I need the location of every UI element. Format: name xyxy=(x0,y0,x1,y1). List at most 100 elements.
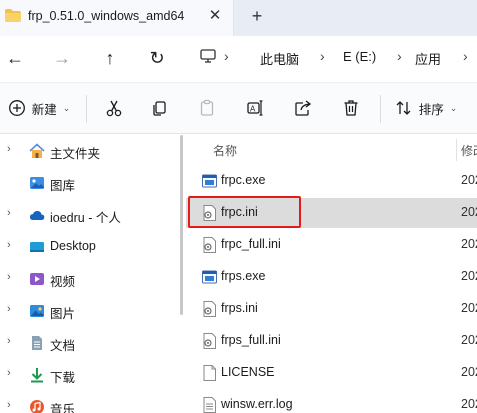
sidebar-item-pictures[interactable]: › 图片 xyxy=(0,295,178,327)
sidebar-item-gallery[interactable]: 图库 xyxy=(0,167,178,199)
file-row-frpc-exe[interactable]: frpc.exe 202 xyxy=(186,166,477,196)
chevron-down-icon: ⌄ xyxy=(62,102,71,113)
cloud-icon xyxy=(29,210,45,220)
breadcrumb-separator: › xyxy=(397,48,402,64)
sidebar-item-onedrive[interactable]: › ioedru - 个人 xyxy=(0,199,178,231)
music-icon xyxy=(30,400,44,413)
column-header-modified[interactable]: 修改 xyxy=(461,142,477,159)
sidebar-item-label: ioedru - 个人 xyxy=(50,211,121,225)
file-date: 202 xyxy=(461,301,477,315)
tab-frp-folder[interactable]: frp_0.51.0_windows_amd64 ✕ xyxy=(0,0,234,36)
exe-file-icon xyxy=(202,270,217,284)
column-divider[interactable] xyxy=(456,139,457,161)
chevron-right-icon[interactable]: › xyxy=(7,271,11,283)
file-row-frps-ini[interactable]: frps.ini 202 xyxy=(186,294,477,324)
pictures-icon xyxy=(30,305,44,317)
sidebar-scrollbar[interactable] xyxy=(180,135,184,413)
back-button[interactable]: ← xyxy=(1,44,29,72)
tab-title: frp_0.51.0_windows_amd64 xyxy=(28,9,185,23)
file-name: winsw.err.log xyxy=(221,397,293,411)
video-icon xyxy=(30,273,44,285)
address-bar[interactable]: › 此电脑 › E (E:) › 应用 › xyxy=(186,42,477,72)
file-row-frpc-ini[interactable]: frpc.ini 202 xyxy=(186,198,477,228)
sidebar-item-label: 图片 xyxy=(50,307,76,321)
sidebar-item-music[interactable]: › 音乐 xyxy=(0,391,178,413)
up-button[interactable]: ↑ xyxy=(96,44,124,72)
scrollbar-thumb[interactable] xyxy=(180,135,183,315)
cut-button[interactable] xyxy=(100,93,128,123)
ini-file-icon xyxy=(203,333,216,349)
file-name: frps.ini xyxy=(221,301,258,315)
new-button[interactable]: 新建 ⌄ xyxy=(6,93,72,123)
rename-icon: A xyxy=(247,100,263,116)
sidebar-item-documents[interactable]: › 文档 xyxy=(0,327,178,359)
sort-button[interactable]: 排序 ⌄ xyxy=(393,93,459,123)
log-file-icon xyxy=(203,397,216,413)
documents-icon xyxy=(32,336,42,350)
breadcrumb-separator: › xyxy=(224,48,229,64)
breadcrumb-separator: › xyxy=(320,48,325,64)
gallery-icon xyxy=(30,177,44,189)
ini-file-icon xyxy=(203,301,216,317)
column-header-name[interactable]: 名称 xyxy=(213,142,237,159)
ini-file-icon xyxy=(203,237,216,253)
sidebar-item-home[interactable]: › 主文件夹 xyxy=(0,135,178,167)
close-tab-button[interactable]: ✕ xyxy=(204,5,226,27)
refresh-button[interactable]: ↻ xyxy=(143,44,171,72)
sidebar-item-label: 视频 xyxy=(50,275,76,289)
new-label: 新建 xyxy=(31,102,57,117)
sidebar-item-label: 音乐 xyxy=(50,403,76,413)
sidebar-item-label: 图库 xyxy=(50,179,76,193)
breadcrumb-drive-e[interactable]: E (E:) xyxy=(343,49,376,64)
command-bar: 新建 ⌄ A 排序 ⌄ xyxy=(0,82,477,134)
forward-button[interactable]: → xyxy=(48,44,76,72)
chevron-right-icon[interactable]: › xyxy=(7,303,11,315)
folder-icon xyxy=(5,9,21,22)
breadcrumb-separator: › xyxy=(463,48,468,64)
sidebar-item-label: Desktop xyxy=(50,239,96,253)
rename-button[interactable]: A xyxy=(241,93,269,123)
file-date: 202 xyxy=(461,173,477,187)
file-row-frps-full-ini[interactable]: frps_full.ini 202 xyxy=(186,326,477,356)
copy-button[interactable] xyxy=(145,93,173,123)
file-row-winsw-err-log[interactable]: winsw.err.log 202 xyxy=(186,390,477,413)
breadcrumb-this-pc[interactable]: 此电脑 xyxy=(260,49,299,68)
exe-file-icon xyxy=(202,174,217,188)
file-name: frpc.ini xyxy=(221,205,258,219)
chevron-right-icon[interactable]: › xyxy=(7,207,11,219)
file-date: 202 xyxy=(461,365,477,379)
sidebar-item-label: 文档 xyxy=(50,339,76,353)
copy-icon xyxy=(153,101,166,116)
chevron-right-icon[interactable]: › xyxy=(7,239,11,251)
computer-icon xyxy=(200,49,216,63)
plus-circle-icon xyxy=(8,100,25,116)
file-date: 202 xyxy=(461,205,477,219)
sidebar-item-desktop[interactable]: › Desktop xyxy=(0,231,178,263)
column-header: 名称 修改 xyxy=(186,135,477,163)
delete-button[interactable] xyxy=(337,93,365,123)
svg-text:A: A xyxy=(250,105,256,114)
file-name: frpc_full.ini xyxy=(221,237,281,251)
chevron-right-icon[interactable]: › xyxy=(7,143,11,155)
paste-icon xyxy=(200,99,214,116)
breadcrumb-apps[interactable]: 应用 xyxy=(415,49,441,68)
sort-icon xyxy=(396,101,411,115)
share-icon xyxy=(295,100,312,116)
chevron-right-icon[interactable]: › xyxy=(7,335,11,347)
sidebar-item-label: 主文件夹 xyxy=(50,147,101,161)
new-tab-button[interactable]: + xyxy=(246,5,268,27)
chevron-right-icon[interactable]: › xyxy=(7,367,11,379)
file-row-license[interactable]: LICENSE 202 xyxy=(186,358,477,388)
paste-button[interactable] xyxy=(193,93,221,123)
file-icon xyxy=(203,365,216,381)
file-row-frpc-full-ini[interactable]: frpc_full.ini 202 xyxy=(186,230,477,260)
share-button[interactable] xyxy=(289,93,317,123)
file-row-frps-exe[interactable]: frps.exe 202 xyxy=(186,262,477,292)
desktop-icon xyxy=(30,242,44,252)
chevron-right-icon[interactable]: › xyxy=(7,399,11,411)
sidebar-item-videos[interactable]: › 视频 xyxy=(0,263,178,295)
file-list: 名称 修改 frpc.exe 202 frpc.ini 202 frpc_ful… xyxy=(186,135,477,413)
toolbar-divider xyxy=(86,95,87,123)
downloads-icon xyxy=(31,368,43,383)
sidebar-item-downloads[interactable]: › 下载 xyxy=(0,359,178,391)
